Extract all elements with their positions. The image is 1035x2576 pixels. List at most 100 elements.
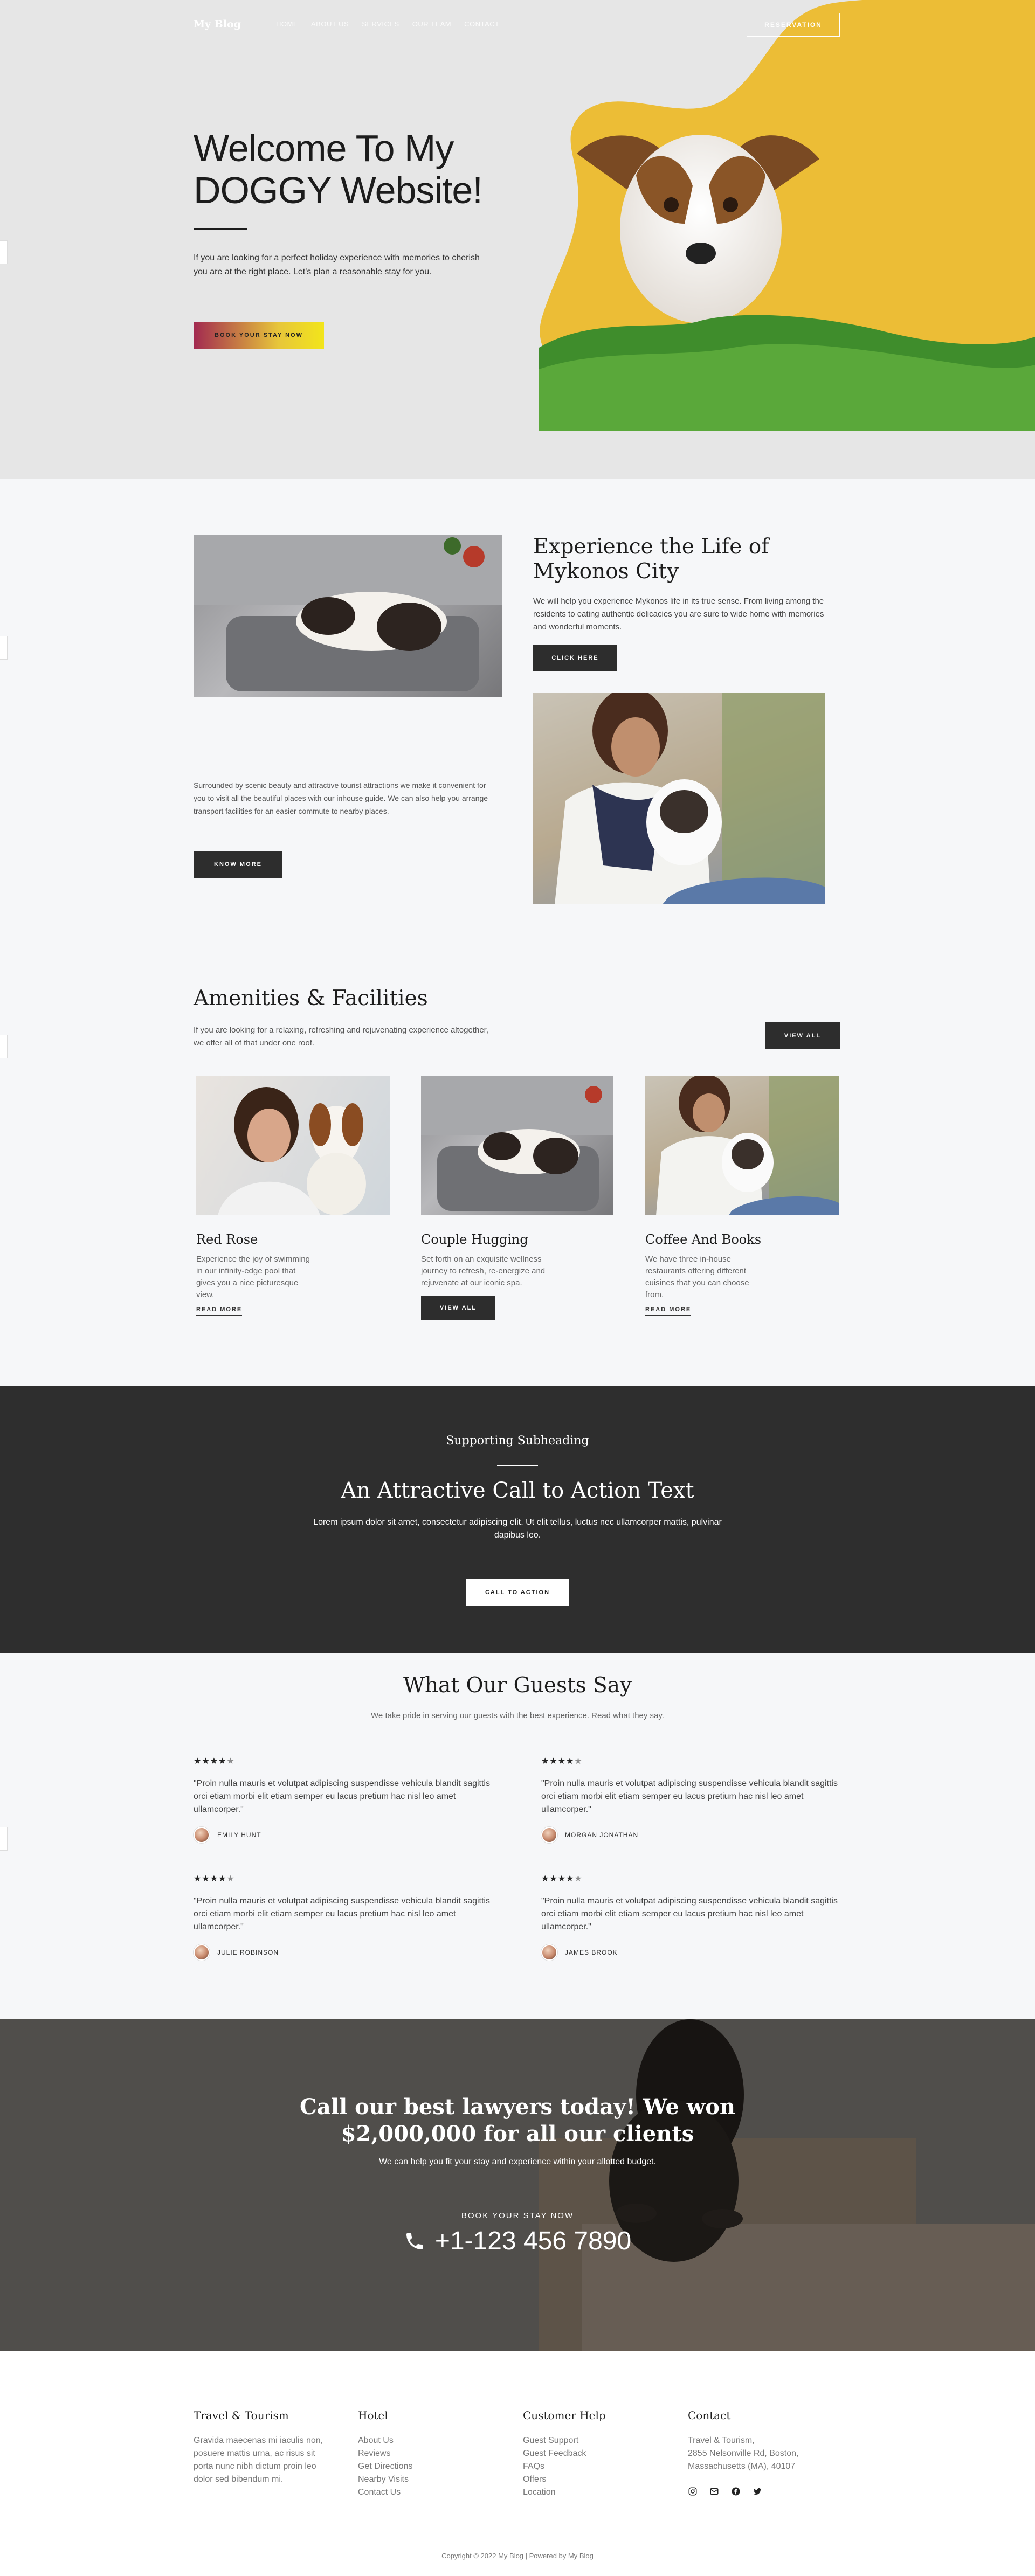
banner-heading-line2: $2,000,000 for all our clients: [341, 2121, 694, 2146]
call-to-action-button[interactable]: CALL TO ACTION: [466, 1579, 569, 1606]
footer-col1-title: Travel & Tourism: [194, 2409, 289, 2422]
read-more-link-3[interactable]: READ MORE: [645, 1306, 692, 1316]
amenity-image-2[interactable]: [421, 1076, 613, 1215]
footer-link-faqs[interactable]: FAQs: [523, 2460, 586, 2473]
book-stay-button[interactable]: BOOK YOUR STAY NOW: [194, 322, 324, 349]
testimonials-heading: What Our Guests Say: [403, 1673, 632, 1698]
author-name: JULIE ROBINSON: [217, 1949, 279, 1956]
amenity-title-3: Coffee And Books: [645, 1232, 762, 1247]
hero-section: My Blog HOME ABOUT US SERVICES OUR TEAM …: [0, 0, 1035, 479]
cta-subheading: Supporting Subheading: [446, 1434, 589, 1448]
testimonial-author-1: EMILY HUNT: [194, 1827, 261, 1843]
amenity-image-3[interactable]: [645, 1076, 839, 1215]
experience-left-text: Surrounded by scenic beauty and attracti…: [194, 781, 488, 815]
testimonial-author-3: JULIE ROBINSON: [194, 1944, 279, 1961]
nav-our-team[interactable]: OUR TEAM: [412, 20, 451, 28]
footer-link-contact-us[interactable]: Contact Us: [358, 2486, 412, 2499]
read-more-link-1[interactable]: READ MORE: [196, 1306, 243, 1316]
phone-link[interactable]: +1-123 456 7890: [0, 2226, 1035, 2256]
amenity-title-2: Couple Hugging: [421, 1232, 528, 1247]
hero-title-line1: Welcome To My: [194, 127, 454, 169]
footer-col3-title: Customer Help: [523, 2409, 606, 2422]
site-logo[interactable]: My Blog: [194, 18, 241, 30]
footer-link-offers[interactable]: Offers: [523, 2473, 586, 2486]
footer-link-nearby-visits[interactable]: Nearby Visits: [358, 2473, 412, 2486]
address-line2: 2855 Nelsonville Rd, Boston,: [688, 2449, 799, 2458]
address-line1: Travel & Tourism,: [688, 2436, 755, 2445]
mail-icon[interactable]: [709, 2487, 719, 2496]
footer-col2-title: Hotel: [358, 2409, 388, 2422]
footer-hotel-links: About Us Reviews Get Directions Nearby V…: [358, 2434, 412, 2499]
address-line3: Massachusetts (MA), 40107: [688, 2462, 796, 2471]
cta-heading: An Attractive Call to Action Text: [341, 1478, 694, 1503]
banner-book-label: BOOK YOUR STAY NOW: [461, 2211, 574, 2220]
hero-title: Welcome To My DOGGY Website!: [194, 127, 528, 211]
footer-link-guest-support[interactable]: Guest Support: [523, 2434, 586, 2447]
experience-section: Surrounded by scenic beauty and attracti…: [0, 479, 1035, 964]
experience-heading: Experience the Life of Mykonos City: [533, 535, 769, 584]
dog-hero-image: [539, 135, 1035, 431]
woman-with-puppy-image: [533, 693, 825, 904]
author-name: MORGAN JONATHAN: [565, 1831, 639, 1839]
avatar: [194, 1944, 210, 1961]
twitter-icon[interactable]: [753, 2487, 762, 2496]
author-name: JAMES BROOK: [565, 1949, 618, 1956]
banner-heading-line1: Call our best lawyers today! We won: [300, 2094, 735, 2120]
copyright-text: Copyright © 2022 My Blog | Powered by My…: [441, 2552, 594, 2560]
footer-link-get-directions[interactable]: Get Directions: [358, 2460, 412, 2473]
nav-contact[interactable]: CONTACT: [464, 20, 499, 28]
amenities-text: If you are looking for a relaxing, refre…: [194, 1026, 489, 1048]
rating-stars-1: ★★★★★: [194, 1757, 235, 1766]
main-nav: HOME ABOUT US SERVICES OUR TEAM CONTACT: [276, 20, 500, 28]
hero-divider: [194, 228, 247, 230]
author-name: EMILY HUNT: [217, 1831, 261, 1839]
contact-banner-section: Call our best lawyers today! We won $2,0…: [0, 2019, 1035, 2351]
footer-link-location[interactable]: Location: [523, 2486, 586, 2499]
rating-stars-4: ★★★★★: [541, 1874, 583, 1883]
nav-services[interactable]: SERVICES: [362, 20, 399, 28]
amenity-text-2: Set forth on an exquisite wellness journ…: [421, 1255, 546, 1287]
amenities-section: Amenities & Facilities If you are lookin…: [0, 964, 1035, 1386]
banner-heading: Call our best lawyers today! We won $2,0…: [0, 2094, 1035, 2148]
testimonial-quote-2: "Proin nulla mauris et volutpat adipisci…: [541, 1779, 838, 1814]
avatar: [541, 1944, 557, 1961]
phone-number: +1-123 456 7890: [434, 2227, 632, 2255]
footer-col1-text: Gravida maecenas mi iaculis non, posuere…: [194, 2436, 323, 2484]
facebook-icon[interactable]: [731, 2487, 741, 2496]
banner-text: We can help you fit your stay and experi…: [379, 2157, 656, 2166]
testimonials-subtext: We take pride in serving our guests with…: [371, 1711, 664, 1720]
avatar: [541, 1827, 557, 1843]
know-more-button[interactable]: KNOW MORE: [194, 851, 282, 878]
amenity-text-3: We have three in-house restaurants offer…: [645, 1255, 749, 1299]
nav-about-us[interactable]: ABOUT US: [311, 20, 349, 28]
view-all-card-button[interactable]: VIEW ALL: [421, 1296, 495, 1320]
view-all-button[interactable]: VIEW ALL: [765, 1022, 840, 1049]
avatar: [194, 1827, 210, 1843]
amenity-text-1: Experience the joy of swimming in our in…: [196, 1255, 310, 1299]
rating-stars-3: ★★★★★: [194, 1874, 235, 1883]
footer-link-reviews[interactable]: Reviews: [358, 2447, 412, 2460]
amenity-image-1[interactable]: [196, 1076, 390, 1215]
cta-section: Supporting Subheading An Attractive Call…: [0, 1386, 1035, 1653]
site-footer: Travel & Tourism Gravida maecenas mi iac…: [0, 2351, 1035, 2576]
hero-text-line1: If you are looking for a perfect holiday…: [194, 253, 480, 262]
testimonial-quote-3: "Proin nulla mauris et volutpat adipisci…: [194, 1896, 490, 1931]
cta-text: Lorem ipsum dolor sit amet, consectetur …: [313, 1518, 722, 1540]
hero-text: If you are looking for a perfect holiday…: [194, 251, 495, 279]
footer-link-about-us[interactable]: About Us: [358, 2434, 412, 2447]
side-scroll-tab[interactable]: [0, 240, 8, 264]
phone-icon: [406, 2233, 423, 2249]
footer-link-guest-feedback[interactable]: Guest Feedback: [523, 2447, 586, 2460]
instagram-icon[interactable]: [688, 2487, 698, 2496]
footer-help-links: Guest Support Guest Feedback FAQs Offers…: [523, 2434, 586, 2499]
amenities-heading: Amenities & Facilities: [194, 986, 428, 1010]
nav-home[interactable]: HOME: [276, 20, 298, 28]
reservation-button[interactable]: RESERVATION: [747, 13, 840, 37]
social-icons: [688, 2487, 762, 2496]
footer-address: Travel & Tourism, 2855 Nelsonville Rd, B…: [688, 2434, 839, 2473]
testimonial-author-4: JAMES BROOK: [541, 1944, 618, 1961]
click-here-button[interactable]: CLICK HERE: [533, 645, 617, 671]
hero-title-line2: DOGGY Website!: [194, 169, 483, 211]
cta-divider: [497, 1465, 538, 1466]
testimonial-quote-1: "Proin nulla mauris et volutpat adipisci…: [194, 1779, 490, 1814]
